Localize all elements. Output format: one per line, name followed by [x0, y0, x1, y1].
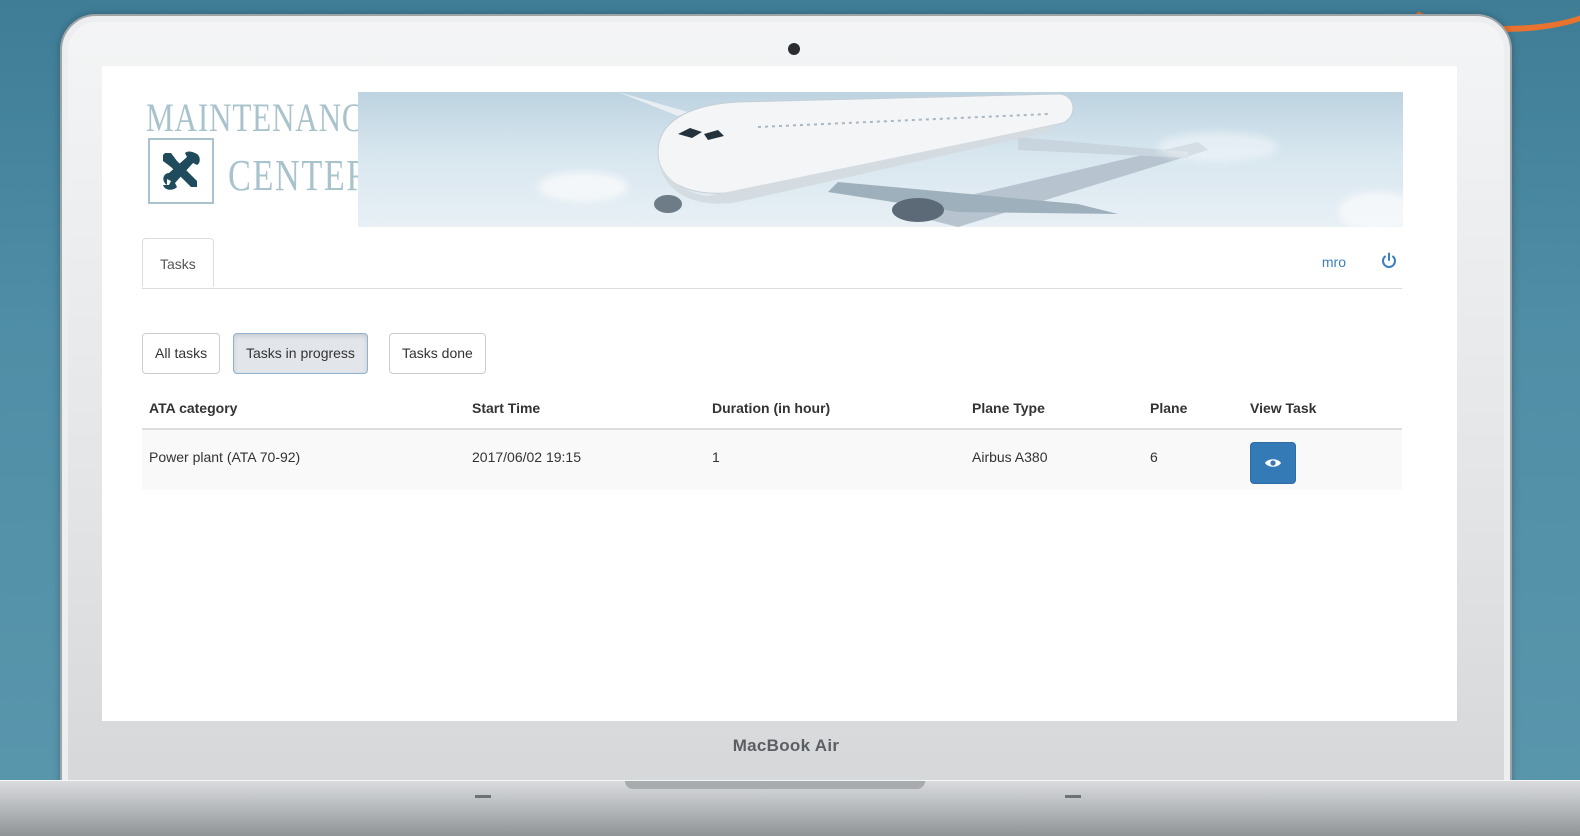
main-nav: Tasks mro — [142, 238, 1402, 289]
column-header: Plane Type — [972, 400, 1045, 416]
user-menu-link[interactable]: mro — [1322, 254, 1346, 270]
base-notch — [625, 781, 925, 789]
device-brand-label: MacBook Air — [732, 736, 840, 755]
tasks-table: ATA category Start Time Duration (in hou… — [142, 388, 1402, 490]
app-screen: MAINTENANCE CENTER Tasks mro All tasks T… — [102, 66, 1457, 721]
column-header: Duration (in hour) — [712, 400, 831, 416]
camera-dot — [788, 43, 800, 55]
tools-icon — [148, 138, 214, 204]
logo-text-bottom: CENTER — [228, 151, 371, 200]
plane-type-cell: Airbus A380 — [972, 449, 1048, 465]
logo-text-top: MAINTENANCE — [146, 95, 384, 140]
duration-cell: 1 — [712, 449, 720, 465]
table-row: Power plant (ATA 70-92) 2017/06/02 19:15… — [142, 430, 1402, 490]
base-foot — [1065, 795, 1081, 798]
column-header: View Task — [1250, 400, 1317, 416]
tab-tasks[interactable]: Tasks — [142, 238, 214, 287]
all-tasks-button[interactable]: All tasks — [142, 333, 221, 374]
column-header: ATA category — [149, 400, 238, 416]
base-foot — [475, 795, 491, 798]
view-task-button[interactable] — [1250, 442, 1296, 484]
plane-cell: 6 — [1150, 449, 1158, 465]
column-header: Plane — [1150, 400, 1188, 416]
ata-category-cell: Power plant (ATA 70-92) — [149, 449, 301, 465]
table-header: ATA category Start Time Duration (in hou… — [142, 388, 1402, 430]
column-header: Start Time — [472, 400, 541, 416]
power-icon[interactable] — [1380, 252, 1398, 270]
tasks-done-button[interactable]: Tasks done — [389, 333, 486, 374]
start-time-cell: 2017/06/02 19:15 — [472, 449, 581, 465]
tasks-in-progress-button[interactable]: Tasks in progress — [233, 333, 368, 374]
eye-icon — [1265, 459, 1281, 467]
airplane-banner-image — [358, 92, 1403, 227]
maintenance-center-logo: MAINTENANCE CENTER — [146, 94, 383, 214]
laptop-base — [0, 780, 1580, 836]
